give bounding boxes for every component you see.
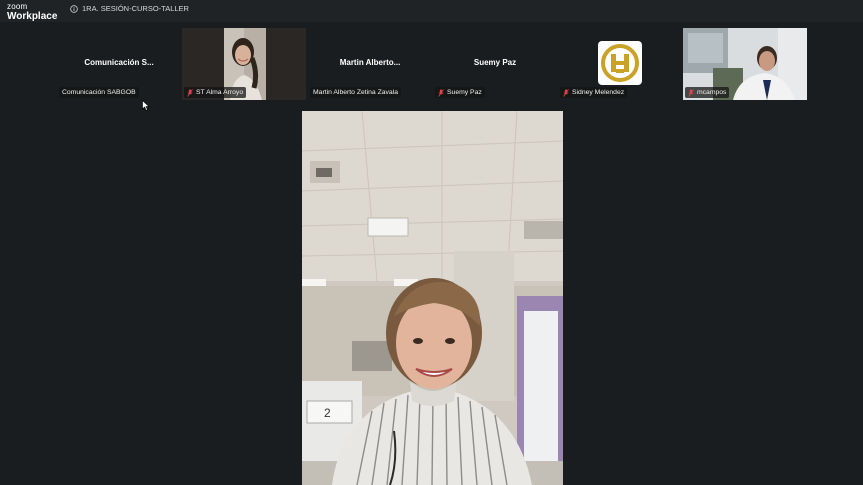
cursor-icon [142, 100, 150, 111]
mic-muted-icon [688, 88, 694, 97]
participant-tile[interactable]: mcampos [683, 28, 807, 100]
participant-strip: Comunicación S... Comunicación SABGOB ST… [0, 22, 863, 111]
active-speaker-video[interactable]: 2 [302, 111, 563, 485]
participant-display-name: Comunicación S... [84, 58, 154, 67]
info-icon[interactable] [70, 4, 78, 13]
participant-display-name: Martin Alberto... [339, 58, 401, 67]
meeting-title: 1RA. SESIÓN-CURSO-TALLER [82, 4, 189, 13]
zoom-workplace-logo: zoom Workplace [7, 2, 58, 22]
participant-name-label: mcampos [685, 87, 730, 98]
participant-name-label: Martin Alberto Zetina Zavala [310, 87, 402, 98]
participant-name: Martin Alberto Zetina Zavala [313, 89, 399, 96]
brand-line-2: Workplace [7, 11, 58, 22]
participant-name: Sidney Melendez [572, 89, 625, 96]
mic-muted-icon [563, 88, 569, 97]
participant-display-name: Suemy Paz [473, 58, 517, 67]
participant-avatar [598, 41, 642, 85]
brand-line-1: zoom [7, 2, 28, 11]
participant-tile[interactable]: ST Alma Arroyo [182, 28, 306, 100]
title-bar: zoom Workplace 1RA. SESIÓN-CURSO-TALLER [0, 0, 863, 22]
participant-tile[interactable]: Suemy Paz Suemy Paz [433, 28, 557, 100]
speaker-video-feed: 2 [302, 111, 563, 485]
participant-tile[interactable]: Comunicación S... Comunicación SABGOB [57, 28, 181, 100]
mic-muted-icon [438, 88, 444, 97]
svg-text:2: 2 [324, 406, 331, 420]
participant-name: ST Alma Arroyo [196, 89, 244, 96]
participant-name: Comunicación SABGOB [62, 89, 136, 96]
participant-tile[interactable]: Sidney Melendez [558, 28, 682, 100]
meeting-info[interactable]: 1RA. SESIÓN-CURSO-TALLER [70, 4, 189, 13]
participant-name-label: ST Alma Arroyo [184, 87, 247, 98]
participant-tile[interactable]: Martin Alberto... Martin Alberto Zetina … [308, 28, 432, 100]
participant-name-label: Comunicación SABGOB [59, 87, 139, 98]
participant-name: mcampos [697, 89, 727, 96]
gold-logo-icon [601, 44, 639, 82]
participant-name: Suemy Paz [447, 89, 482, 96]
participant-name-label: Suemy Paz [435, 87, 485, 98]
mic-muted-icon [187, 88, 193, 97]
participant-name-label: Sidney Melendez [560, 87, 628, 98]
